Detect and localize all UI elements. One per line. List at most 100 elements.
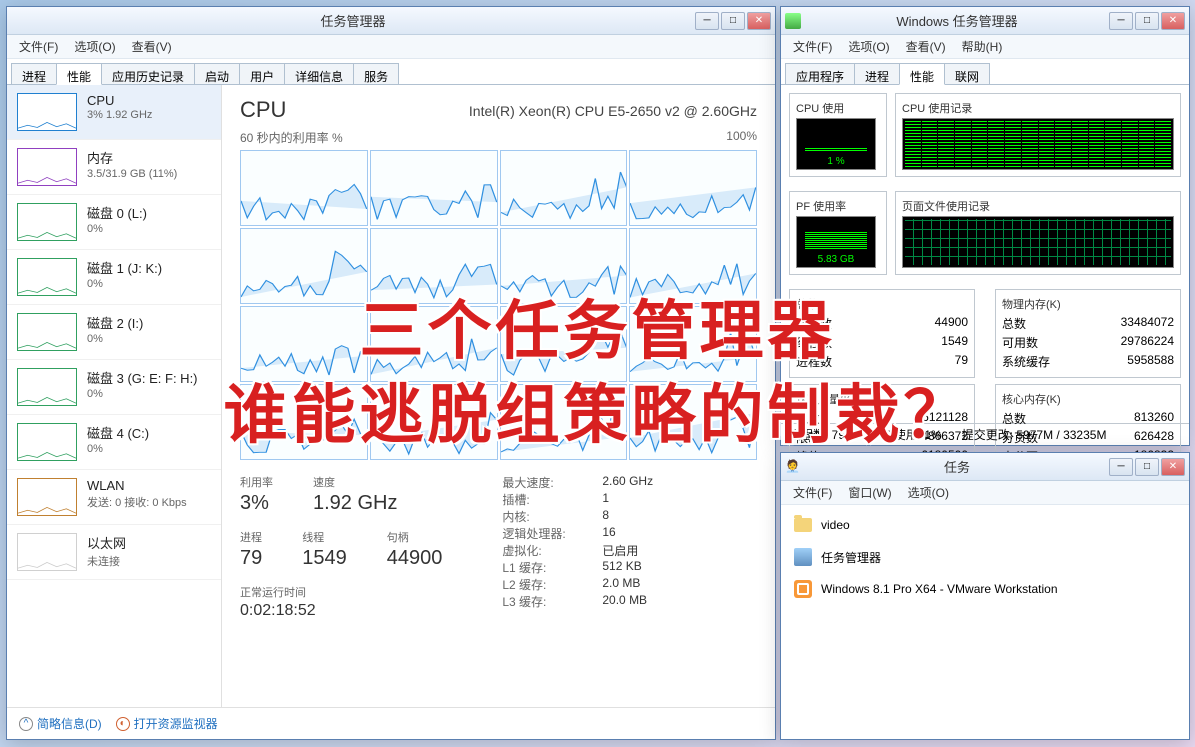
cpu-core-graph-1: [370, 150, 498, 226]
maximize-button[interactable]: □: [1135, 458, 1159, 476]
tab-performance[interactable]: 性能: [899, 63, 945, 85]
sidebar-item-disk-4[interactable]: 磁盘 2 (I:)0%: [7, 305, 221, 360]
task-item[interactable]: 任务管理器: [785, 541, 1185, 573]
stat-row: 线程数1549: [796, 333, 968, 352]
tab-app-history[interactable]: 应用历史记录: [101, 63, 195, 84]
cpu-core-graph-15: [629, 384, 757, 460]
task-list: video 任务管理器 Windows 8.1 Pro X64 - VMware W…: [781, 505, 1189, 609]
tab-details[interactable]: 详细信息: [284, 63, 354, 84]
sidebar-item-disk-6[interactable]: 磁盘 4 (C:)0%: [7, 415, 221, 470]
detail-row: L2 缓存:2.0 MB: [502, 576, 653, 593]
task-label: video: [821, 518, 850, 532]
vmware-icon: [794, 580, 812, 598]
app-icon: [794, 548, 812, 566]
stat-row: 进程数79: [796, 352, 968, 371]
graph-label-right: 100%: [726, 129, 757, 146]
cpu-core-graph-0: [240, 150, 368, 226]
cpu-core-graph-5: [370, 228, 498, 304]
tab-processes[interactable]: 进程: [854, 63, 900, 84]
sidebar-item-eth-8[interactable]: 以太网未连接: [7, 525, 221, 580]
chevron-up-icon: ^: [19, 717, 33, 731]
cpu-gauge: 1 %: [796, 118, 876, 170]
pf-usage-label: PF 使用率: [796, 198, 880, 214]
tab-users[interactable]: 用户: [239, 63, 285, 84]
titlebar[interactable]: 🧑‍💼 任务 ─ □ ✕: [781, 453, 1189, 481]
detail-row: 虚拟化:已启用: [502, 542, 653, 559]
thumb-icon: [17, 313, 77, 351]
menu-window[interactable]: 窗口(W): [842, 482, 897, 503]
thumb-icon: [17, 203, 77, 241]
maximize-button[interactable]: □: [1135, 12, 1159, 30]
menu-options[interactable]: 选项(O): [842, 36, 895, 57]
detail-row: L1 缓存:512 KB: [502, 559, 653, 576]
app-icon: 🧑‍💼: [785, 459, 801, 475]
stat-句柄: 句柄44900: [387, 529, 443, 570]
menubar: 文件(F) 选项(O) 查看(V): [7, 35, 775, 59]
window-title: 任务: [805, 457, 1109, 476]
close-button[interactable]: ✕: [747, 12, 771, 30]
close-button[interactable]: ✕: [1161, 458, 1185, 476]
cpu-core-graph-11: [629, 306, 757, 382]
fewer-details-link[interactable]: ^简略信息(D): [19, 715, 102, 732]
maximize-button[interactable]: □: [721, 12, 745, 30]
pagefile-history-label: 页面文件使用记录: [902, 198, 1174, 214]
tab-services[interactable]: 服务: [353, 63, 399, 84]
tab-processes[interactable]: 进程: [11, 63, 57, 84]
cpu-graph-grid: [240, 150, 757, 460]
stat-row: 句柄数44900: [796, 314, 968, 333]
close-button[interactable]: ✕: [1161, 12, 1185, 30]
stat-进程: 进程79: [240, 529, 262, 570]
menu-file[interactable]: 文件(F): [13, 36, 64, 57]
footer: ^简略信息(D) ◐打开资源监视器: [7, 707, 775, 739]
tab-applications[interactable]: 应用程序: [785, 63, 855, 84]
stat-线程: 线程1549: [302, 529, 347, 570]
cpu-core-graph-13: [370, 384, 498, 460]
titlebar[interactable]: Windows 任务管理器 ─ □ ✕: [781, 7, 1189, 35]
window-title: Windows 任务管理器: [805, 11, 1109, 30]
sidebar-item-net-7[interactable]: WLAN发送: 0 接收: 0 Kbps: [7, 470, 221, 525]
detail-row: 最大速度:2.60 GHz: [502, 474, 653, 491]
tab-startup[interactable]: 启动: [194, 63, 240, 84]
thumb-icon: [17, 258, 77, 296]
resource-monitor-link[interactable]: ◐打开资源监视器: [116, 715, 218, 732]
cpu-core-graph-2: [500, 150, 628, 226]
pagefile-history: [902, 216, 1174, 268]
tab-performance[interactable]: 性能: [56, 63, 102, 85]
tab-networking[interactable]: 联网: [944, 63, 990, 84]
sidebar-item-cpu-0[interactable]: CPU3% 1.92 GHz: [7, 85, 221, 140]
menu-view[interactable]: 查看(V): [126, 36, 178, 57]
pf-gauge: 5.83 GB: [796, 216, 876, 268]
stat-利用率: 利用率3%: [240, 474, 273, 515]
cpu-usage-label: CPU 使用: [796, 100, 880, 116]
sidebar-item-disk-5[interactable]: 磁盘 3 (G: E: F: H:)0%: [7, 360, 221, 415]
stat-速度: 速度1.92 GHz: [313, 474, 397, 515]
cpu-core-graph-12: [240, 384, 368, 460]
menu-options[interactable]: 选项(O): [68, 36, 121, 57]
titlebar[interactable]: 任务管理器 ─ □ ✕: [7, 7, 775, 35]
sidebar-item-disk-3[interactable]: 磁盘 1 (J: K:)0%: [7, 250, 221, 305]
menu-file[interactable]: 文件(F): [787, 482, 838, 503]
thumb-icon: [17, 533, 77, 571]
task-item[interactable]: Windows 8.1 Pro X64 - VMware Workstation: [785, 573, 1185, 605]
cpu-core-graph-14: [500, 384, 628, 460]
minimize-button[interactable]: ─: [1109, 458, 1133, 476]
menu-file[interactable]: 文件(F): [787, 36, 838, 57]
menu-view[interactable]: 查看(V): [900, 36, 952, 57]
minimize-button[interactable]: ─: [1109, 12, 1133, 30]
task-label: Windows 8.1 Pro X64 - VMware Workstation: [821, 582, 1058, 596]
cpu-history-label: CPU 使用记录: [902, 100, 1174, 116]
main-panel: Intel(R) Xeon(R) CPU E5-2650 v2 @ 2.60GH…: [222, 85, 775, 707]
cpu-history: [902, 118, 1174, 170]
task-item[interactable]: video: [785, 509, 1185, 541]
menu-help[interactable]: 帮助(H): [956, 36, 1009, 57]
menu-options[interactable]: 选项(O): [902, 482, 955, 503]
sidebar-item-mem-1[interactable]: 内存3.5/31.9 GB (11%): [7, 140, 221, 195]
sidebar-item-disk-2[interactable]: 磁盘 0 (L:)0%: [7, 195, 221, 250]
folder-icon: [794, 518, 812, 532]
totals-box: 总数 句柄数44900线程数1549进程数79: [789, 289, 975, 378]
tabs: 应用程序 进程 性能 联网: [781, 59, 1189, 85]
tabs: 进程 性能 应用历史记录 启动 用户 详细信息 服务: [7, 59, 775, 85]
minimize-button[interactable]: ─: [695, 12, 719, 30]
cpu-core-graph-6: [500, 228, 628, 304]
cpu-core-graph-3: [629, 150, 757, 226]
